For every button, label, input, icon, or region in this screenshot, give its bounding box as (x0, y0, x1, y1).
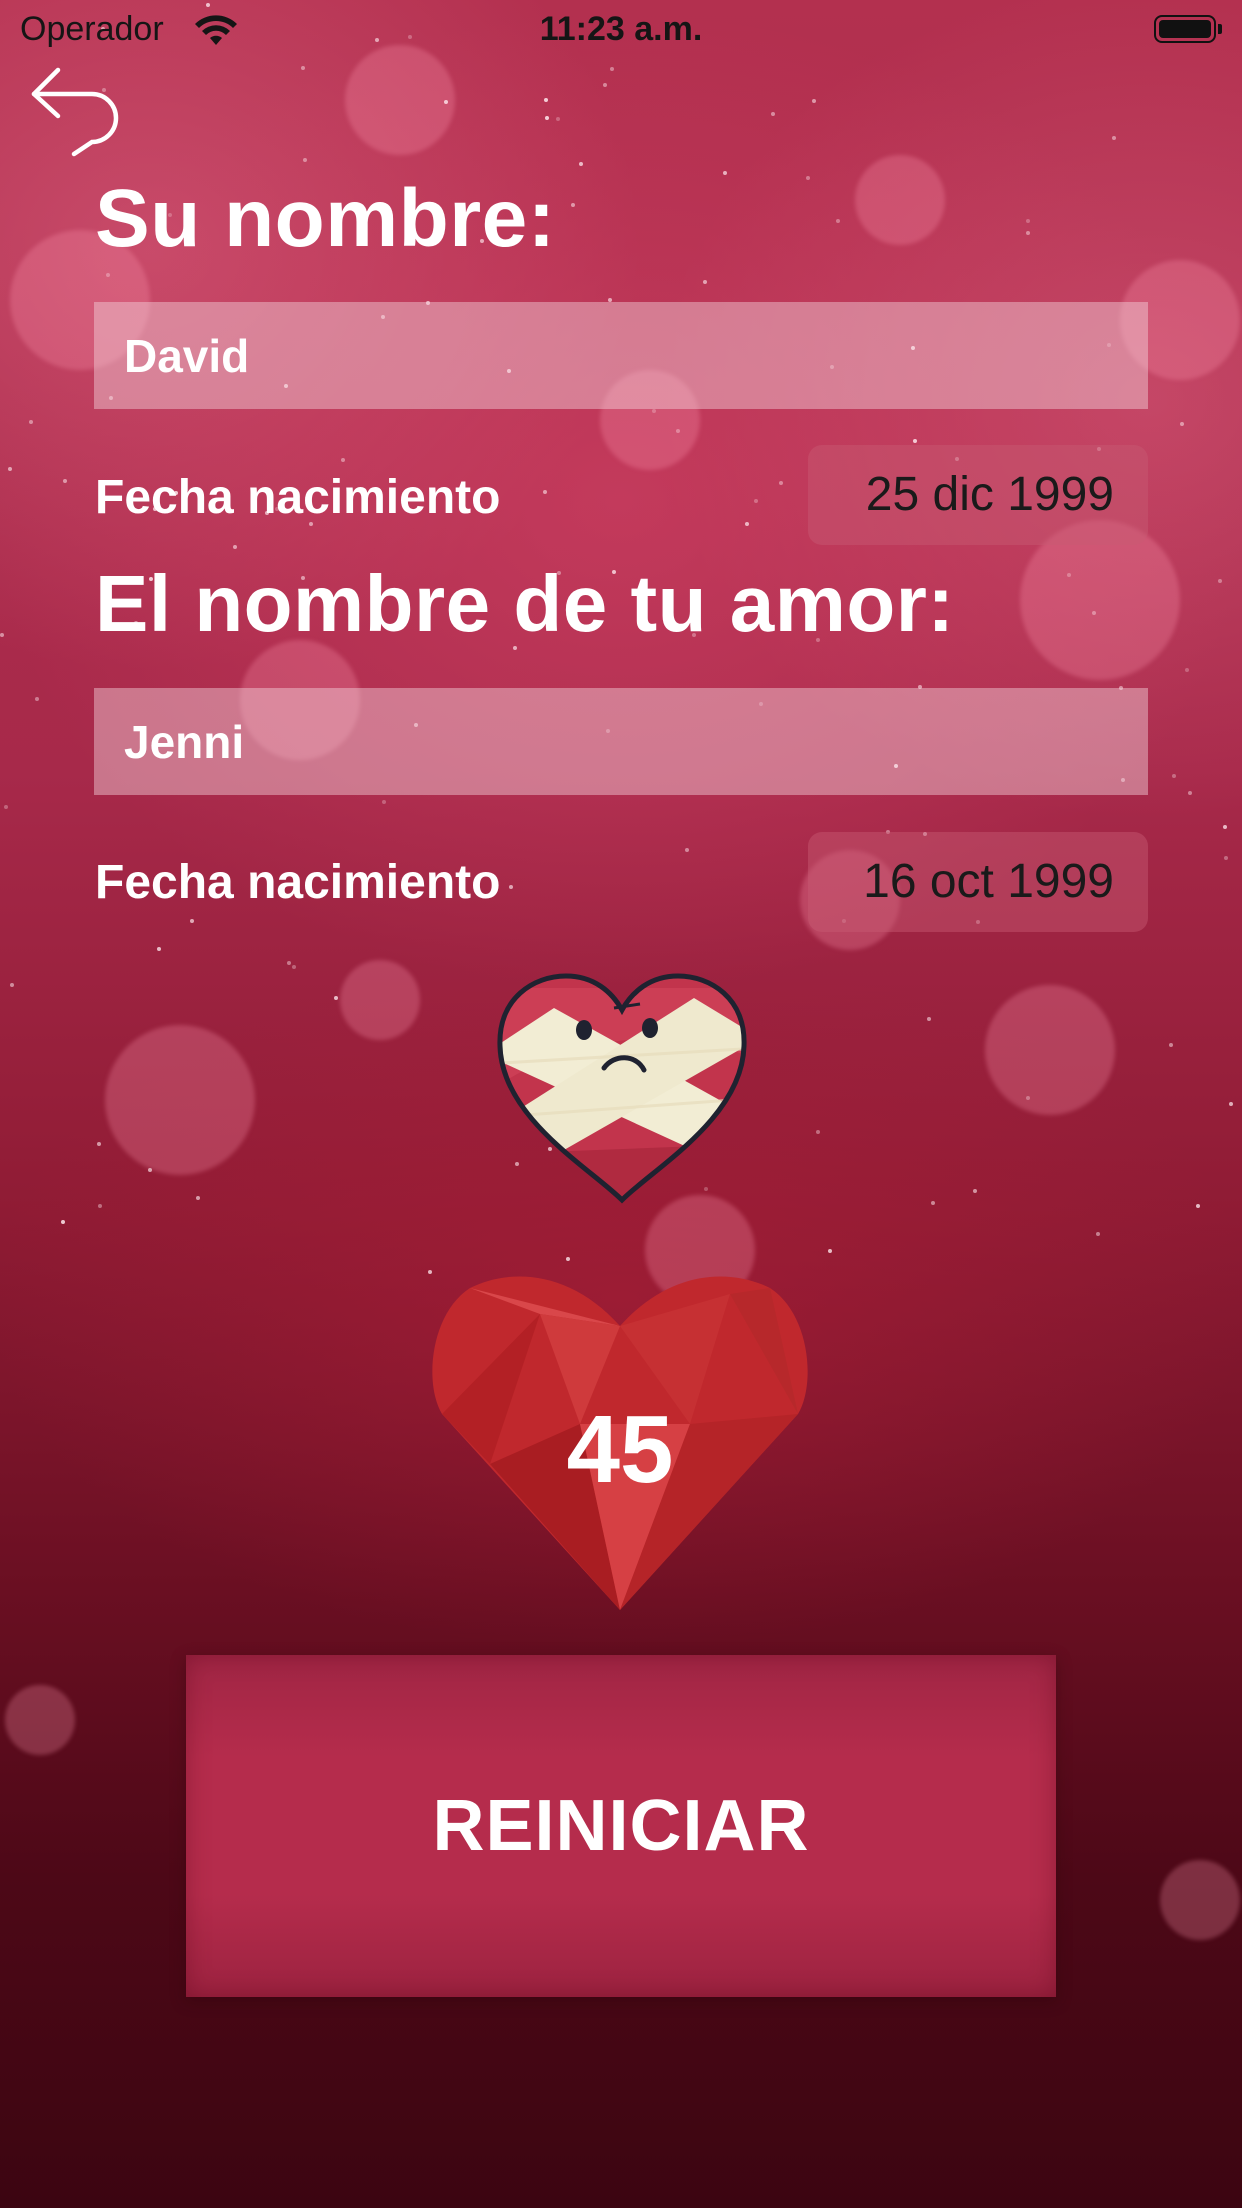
sparkle-decoration (287, 961, 291, 965)
user-birth-label: Fecha nacimiento (95, 471, 501, 524)
sparkle-decoration (779, 481, 783, 485)
sparkle-decoration (444, 100, 448, 104)
sparkle-decoration (545, 116, 549, 120)
compatibility-score: 45 (566, 1396, 674, 1503)
sparkle-decoration (931, 1201, 935, 1205)
sparkle-decoration (816, 1130, 820, 1134)
user-name-input[interactable] (94, 302, 1148, 409)
bandaged-heart-icon (494, 968, 750, 1208)
sparkle-decoration (579, 162, 583, 166)
sparkle-decoration (63, 479, 67, 483)
bokeh-decoration (340, 960, 420, 1040)
sparkle-decoration (745, 522, 749, 526)
partner-birth-date-picker[interactable]: 16 oct 1999 (808, 832, 1148, 932)
sparkle-decoration (973, 1189, 977, 1193)
sparkle-decoration (556, 117, 560, 121)
sparkle-decoration (723, 171, 727, 175)
sparkle-decoration (97, 1142, 101, 1146)
sparkle-decoration (0, 633, 4, 637)
sparkle-decoration (543, 490, 547, 494)
sparkle-decoration (190, 919, 194, 923)
user-name-heading: Su nombre: (95, 173, 556, 264)
partner-name-input[interactable] (94, 688, 1148, 795)
bokeh-decoration (105, 1025, 255, 1175)
sparkle-decoration (10, 983, 14, 987)
back-button[interactable] (28, 60, 124, 160)
sparkle-decoration (913, 439, 917, 443)
sparkle-decoration (29, 420, 33, 424)
sparkle-decoration (1185, 668, 1189, 672)
bokeh-decoration (985, 985, 1115, 1115)
sparkle-decoration (812, 99, 816, 103)
sparkle-decoration (1223, 825, 1227, 829)
sparkle-decoration (1172, 774, 1176, 778)
sparkle-decoration (652, 409, 656, 413)
sparkle-decoration (685, 848, 689, 852)
sparkle-decoration (828, 1249, 832, 1253)
user-birth-date-picker[interactable]: 25 dic 1999 (808, 445, 1148, 545)
sparkle-decoration (1067, 573, 1071, 577)
sparkle-decoration (106, 273, 110, 277)
sparkle-decoration (509, 885, 513, 889)
sparkle-decoration (382, 800, 386, 804)
back-arrow-icon (31, 67, 119, 157)
sparkle-decoration (4, 805, 8, 809)
sparkle-decoration (1188, 791, 1192, 795)
sparkle-decoration (1229, 1102, 1233, 1106)
sparkle-decoration (1224, 856, 1228, 860)
sparkle-decoration (334, 996, 338, 1000)
sparkle-decoration (98, 1204, 102, 1208)
partner-name-heading: El nombre de tu amor: (95, 559, 955, 648)
sparkle-decoration (1112, 136, 1116, 140)
sparkle-decoration (603, 83, 607, 87)
sparkle-decoration (1026, 219, 1030, 223)
sparkle-decoration (1026, 1096, 1030, 1100)
sparkle-decoration (35, 697, 39, 701)
sparkle-decoration (341, 458, 345, 462)
status-bar: Operador 11:23 a.m. (0, 0, 1242, 60)
sparkle-decoration (836, 219, 840, 223)
sparkle-decoration (1096, 1232, 1100, 1236)
sparkle-decoration (610, 67, 614, 71)
sparkle-decoration (292, 965, 296, 969)
bokeh-decoration (855, 155, 945, 245)
sparkle-decoration (754, 499, 758, 503)
sparkle-decoration (8, 467, 12, 471)
sparkle-decoration (806, 176, 810, 180)
reset-button[interactable]: REINICIAR (186, 1655, 1056, 1997)
sparkle-decoration (571, 203, 575, 207)
battery-icon (1154, 15, 1216, 43)
sparkle-decoration (1196, 1204, 1200, 1208)
sparkle-decoration (1169, 1043, 1173, 1047)
sparkle-decoration (196, 1196, 200, 1200)
sparkle-decoration (301, 66, 305, 70)
sparkle-decoration (703, 280, 707, 284)
sparkle-decoration (676, 429, 680, 433)
bokeh-decoration (1160, 1860, 1240, 1940)
sparkle-decoration (566, 1257, 570, 1261)
sparkle-decoration (61, 1220, 65, 1224)
battery-tip (1218, 24, 1222, 34)
sparkle-decoration (1218, 579, 1222, 583)
bokeh-decoration (345, 45, 455, 155)
sparkle-decoration (771, 112, 775, 116)
sparkle-decoration (1092, 611, 1096, 615)
sparkle-decoration (148, 1168, 152, 1172)
bokeh-decoration (5, 1685, 75, 1755)
sparkle-decoration (1026, 231, 1030, 235)
sparkle-decoration (544, 98, 548, 102)
sparkle-decoration (233, 545, 237, 549)
sparkle-decoration (1180, 422, 1184, 426)
status-time: 11:23 a.m. (539, 10, 703, 48)
sparkle-decoration (157, 947, 161, 951)
partner-birth-label: Fecha nacimiento (95, 856, 501, 909)
sparkle-decoration (927, 1017, 931, 1021)
sparkle-decoration (303, 158, 307, 162)
